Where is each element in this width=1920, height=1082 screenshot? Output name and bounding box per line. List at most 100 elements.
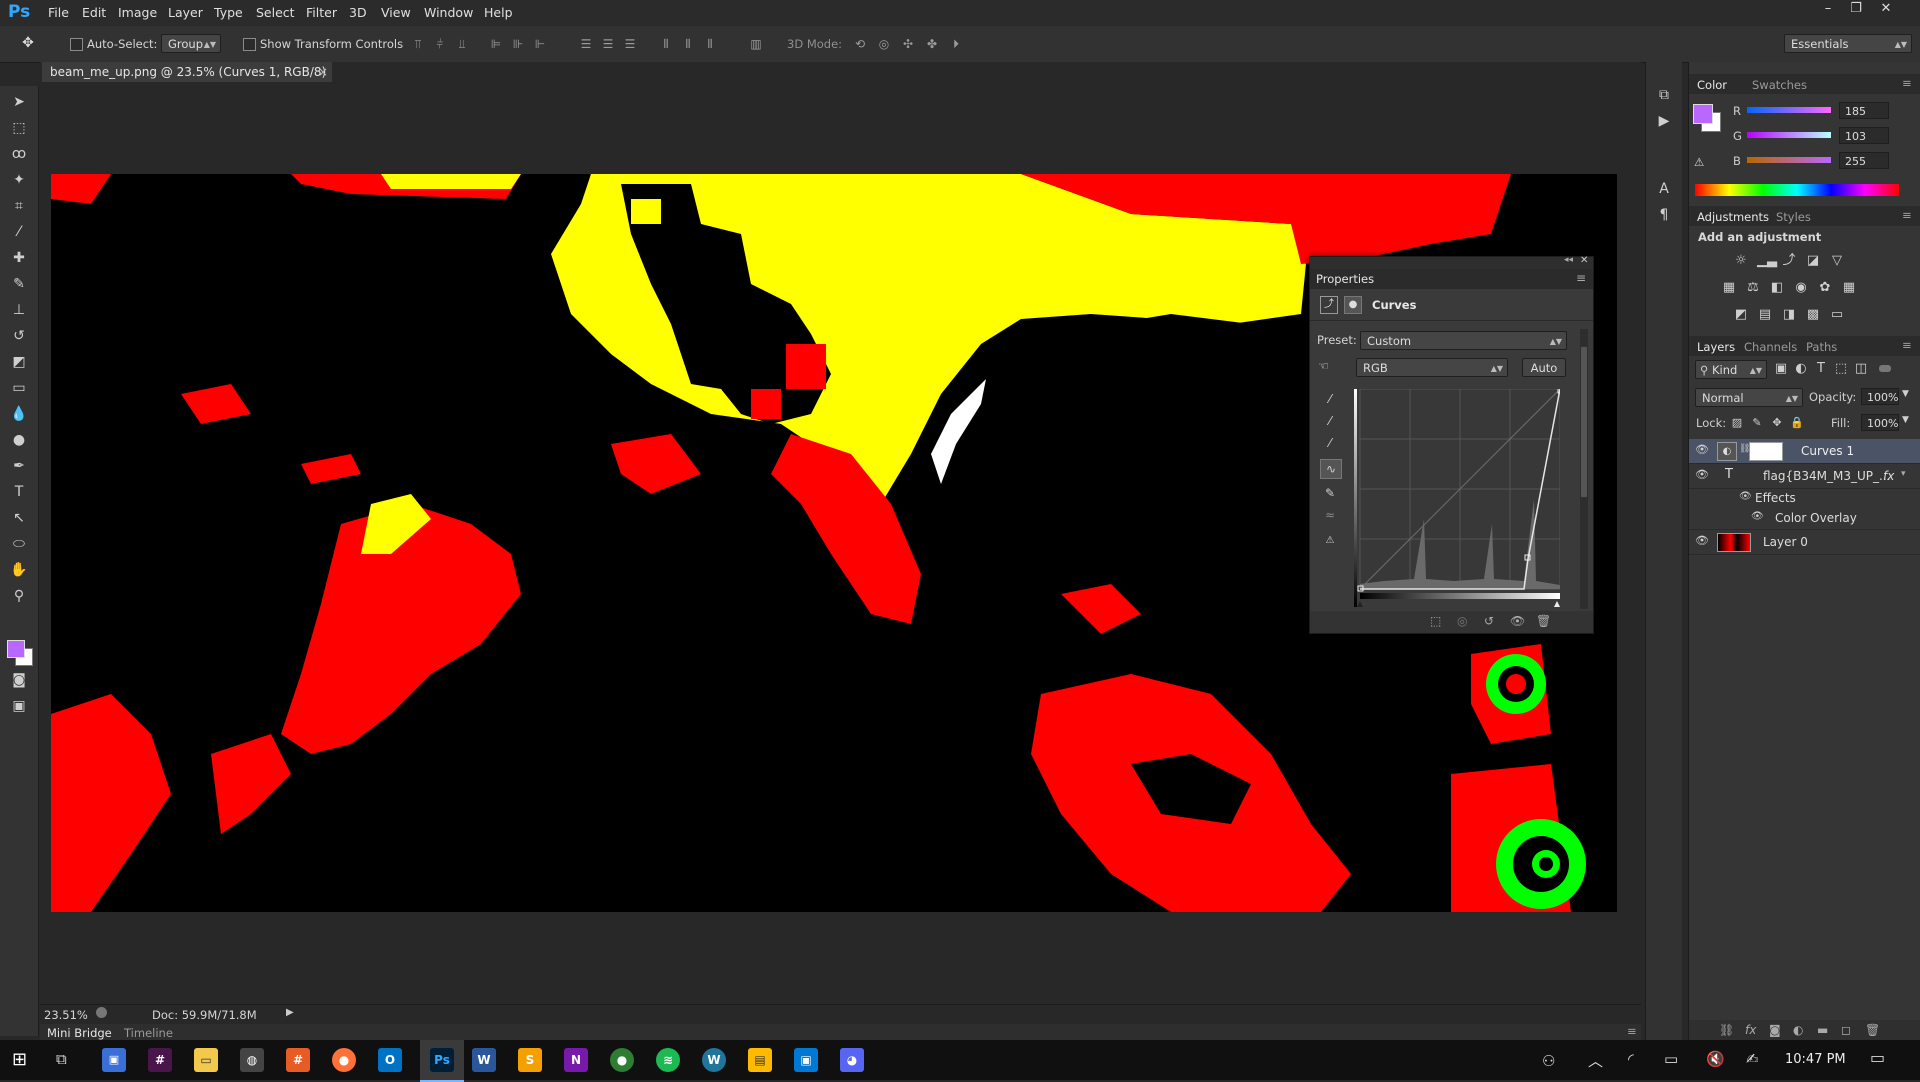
- status-info-icon[interactable]: [96, 1007, 107, 1018]
- color-balance-icon[interactable]: ⚖: [1745, 281, 1761, 295]
- color-overlay-label[interactable]: Color Overlay: [1775, 511, 1857, 525]
- move-tool-icon[interactable]: ➤: [9, 93, 29, 111]
- color-overlay-eye-icon[interactable]: 👁: [1751, 511, 1764, 522]
- tab-swatches[interactable]: Swatches: [1752, 78, 1807, 92]
- layers-panel-menu-icon[interactable]: ≡: [1902, 338, 1912, 352]
- status-menu-arrow-icon[interactable]: ▶: [286, 1007, 294, 1018]
- menu-file[interactable]: File: [48, 5, 69, 20]
- taskbar-discord-icon[interactable]: ◕: [840, 1048, 864, 1072]
- blue-slider[interactable]: [1747, 157, 1831, 163]
- filter-toggle-switch[interactable]: [1879, 365, 1891, 372]
- new-group-icon[interactable]: ▬: [1817, 1023, 1828, 1037]
- menu-type[interactable]: Type: [214, 5, 243, 20]
- out-of-gamut-warning-icon[interactable]: ⚠: [1694, 155, 1704, 169]
- color-lookup-icon[interactable]: ▦: [1841, 281, 1857, 295]
- history-panel-icon[interactable]: ⧉: [1654, 86, 1674, 104]
- path-selection-tool-icon[interactable]: ↖: [9, 509, 29, 527]
- distribute-top-icon[interactable]: ☰: [578, 37, 594, 51]
- lasso-tool-icon[interactable]: ꝏ: [9, 145, 29, 163]
- taskbar-app-icon[interactable]: ◍: [240, 1048, 264, 1072]
- filter-shape-icon[interactable]: ⬚: [1833, 362, 1849, 376]
- filter-type-icon[interactable]: T: [1813, 362, 1829, 376]
- taskbar-store-icon[interactable]: ▣: [794, 1048, 818, 1072]
- auto-select-checkbox[interactable]: [70, 38, 83, 51]
- show-transform-checkbox[interactable]: [243, 38, 256, 51]
- taskbar-file-explorer-icon[interactable]: ▭: [194, 1048, 218, 1072]
- eraser-tool-icon[interactable]: ◩: [9, 353, 29, 371]
- filter-smart-object-icon[interactable]: ◫: [1853, 362, 1869, 376]
- distribute-vcenter-icon[interactable]: ☰: [600, 37, 616, 51]
- tab-styles[interactable]: Styles: [1776, 210, 1811, 224]
- fill-field[interactable]: 100%: [1861, 414, 1899, 431]
- close-panel-icon[interactable]: ✕: [1580, 255, 1588, 266]
- auto-align-icon[interactable]: ▥: [748, 37, 764, 51]
- menu-image[interactable]: Image: [118, 5, 157, 20]
- restore-button[interactable]: ❐: [1843, 0, 1869, 20]
- taskbar-hash-app-icon[interactable]: #: [286, 1048, 310, 1072]
- marquee-tool-icon[interactable]: ⬚: [9, 119, 29, 137]
- taskbar-wordpress-icon[interactable]: W: [702, 1048, 726, 1072]
- taskbar-app-green-icon[interactable]: ●: [610, 1048, 634, 1072]
- 3d-scale-icon[interactable]: ⏵: [948, 37, 964, 51]
- layer-mask-thumbnail[interactable]: [1749, 442, 1783, 461]
- battery-icon[interactable]: ▭: [1664, 1050, 1678, 1068]
- 3d-orbit-icon[interactable]: ⟲: [852, 37, 868, 51]
- properties-menu-icon[interactable]: ≡: [1576, 271, 1586, 285]
- selective-color-icon[interactable]: ▩: [1805, 308, 1821, 322]
- clipping-warning-icon[interactable]: ⚠: [1320, 532, 1340, 550]
- clock-time[interactable]: 10:47 PM: [1785, 1052, 1846, 1067]
- menu-view[interactable]: View: [381, 5, 411, 20]
- visibility-eye-icon[interactable]: 👁: [1695, 443, 1709, 457]
- black-white-icon[interactable]: ◧: [1769, 281, 1785, 295]
- dodge-tool-icon[interactable]: ●: [9, 431, 29, 449]
- posterize-icon[interactable]: ▤: [1757, 308, 1773, 322]
- blend-mode-dropdown[interactable]: Normal ▲▼: [1695, 388, 1803, 407]
- menu-filter[interactable]: Filter: [306, 5, 337, 20]
- document-tab[interactable]: beam_me_up.png @ 23.5% (Curves 1, RGB/8)…: [42, 62, 332, 100]
- foreground-color-swatch[interactable]: [7, 640, 25, 658]
- exposure-icon[interactable]: ◪: [1805, 254, 1821, 268]
- blue-value-field[interactable]: 255: [1839, 152, 1889, 169]
- expand-effects-icon[interactable]: ▾: [1901, 469, 1906, 479]
- layer-filter-dropdown[interactable]: ⚲ Kind ▲▼: [1695, 360, 1767, 379]
- opacity-field[interactable]: 100%: [1861, 388, 1899, 405]
- taskbar-slack-icon[interactable]: #: [148, 1048, 172, 1072]
- history-brush-tool-icon[interactable]: ↺: [9, 327, 29, 345]
- filter-pixel-icon[interactable]: ▣: [1773, 362, 1789, 376]
- menu-layer[interactable]: Layer: [168, 5, 203, 20]
- layer-row-layer0[interactable]: 👁 Layer 0: [1689, 530, 1920, 555]
- properties-scrollbar[interactable]: [1580, 329, 1588, 609]
- zoom-level[interactable]: 23.51%: [44, 1008, 88, 1022]
- volume-muted-icon[interactable]: 🔇: [1706, 1050, 1725, 1068]
- taskbar-notes-icon[interactable]: ▤: [748, 1048, 772, 1072]
- lock-image-icon[interactable]: ✎: [1749, 416, 1765, 430]
- taskbar-spotify-icon[interactable]: ≋: [656, 1048, 680, 1072]
- close-document-icon[interactable]: ×: [318, 62, 328, 83]
- menu-help[interactable]: Help: [484, 5, 513, 20]
- opacity-slider-arrow-icon[interactable]: ▼: [1902, 389, 1909, 399]
- layer-row-curves[interactable]: 👁 ◐ ⛓ Curves 1: [1689, 439, 1920, 464]
- tab-timeline[interactable]: Timeline: [124, 1026, 173, 1040]
- draw-curve-icon[interactable]: ✎: [1320, 484, 1340, 502]
- reset-icon[interactable]: ↺: [1484, 614, 1494, 628]
- taskbar-onenote-icon[interactable]: N: [564, 1048, 588, 1072]
- gray-point-eyedropper-icon[interactable]: ⁄: [1320, 412, 1340, 430]
- menu-select[interactable]: Select: [256, 5, 295, 20]
- align-hcenter-icon[interactable]: ⊪: [510, 37, 526, 51]
- link-layers-icon[interactable]: ⛓: [1719, 1023, 1734, 1037]
- curves-graph[interactable]: [1354, 389, 1560, 607]
- threshold-icon[interactable]: ◨: [1781, 308, 1797, 322]
- taskbar-outlook-icon[interactable]: O: [378, 1048, 402, 1072]
- delete-adjustment-icon[interactable]: 🗑: [1536, 614, 1551, 628]
- taskbar-firefox-icon[interactable]: ●: [332, 1048, 356, 1072]
- actions-panel-icon[interactable]: ▶: [1654, 112, 1674, 130]
- visibility-eye-icon[interactable]: 👁: [1695, 468, 1709, 482]
- eyedropper-tool-icon[interactable]: ⁄: [9, 223, 29, 241]
- layer-row-flag[interactable]: 👁 T flag{B34M_M3_UP_... fx ▾: [1689, 464, 1920, 489]
- photo-filter-icon[interactable]: ◉: [1793, 281, 1809, 295]
- channel-mixer-icon[interactable]: ✿: [1817, 281, 1833, 295]
- blur-tool-icon[interactable]: 💧: [9, 405, 29, 423]
- green-value-field[interactable]: 103: [1839, 127, 1889, 144]
- move-tool-preset-icon[interactable]: ✥: [20, 36, 36, 50]
- distribute-left-icon[interactable]: ⦀: [658, 37, 674, 51]
